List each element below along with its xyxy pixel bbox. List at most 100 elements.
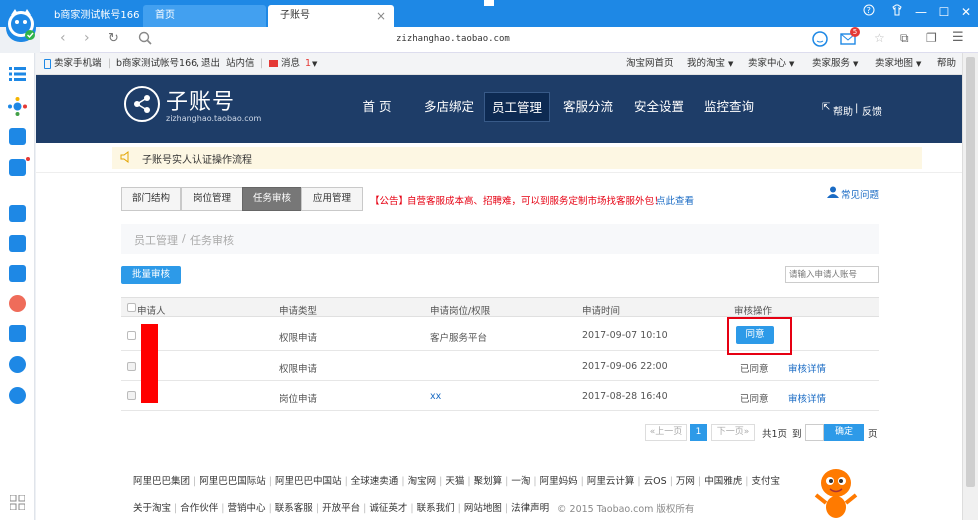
footer-link[interactable]: 阿里巴巴集团 (133, 476, 190, 487)
url-field[interactable]: zizhanghao.taobao.com (396, 34, 510, 44)
page-1-button[interactable]: 1 (690, 424, 707, 441)
folder-icon[interactable] (9, 205, 26, 222)
pin-icon[interactable]: ☆ (874, 31, 885, 45)
logout-link[interactable]: 退出 (201, 53, 220, 75)
close-tab-icon[interactable]: × (376, 5, 386, 27)
inbox-link[interactable]: 站内信 (226, 53, 255, 75)
globe-icon[interactable] (9, 387, 26, 404)
my-taobao-link[interactable]: 我的淘宝 (687, 53, 725, 75)
applicant-search-input[interactable] (785, 266, 879, 283)
seller-service-link[interactable]: 卖家服务 (812, 53, 850, 75)
footer-link[interactable]: 诚征英才 (369, 503, 407, 514)
tab-subaccount[interactable]: 子账号 × (268, 5, 394, 27)
nav-staff[interactable]: 员工管理 (484, 92, 550, 122)
hub-icon[interactable] (8, 97, 27, 119)
footer-link[interactable]: 支付宝 (751, 476, 780, 487)
logo-share-icon[interactable] (124, 86, 160, 122)
footer-link[interactable]: 开放平台 (322, 503, 360, 514)
seller-phone-link[interactable]: 卖家手机端 (54, 53, 102, 75)
header-help-link[interactable]: 帮助 (833, 103, 853, 118)
goto-confirm-button[interactable]: 确定 (824, 424, 864, 441)
menu-icon[interactable]: ☰ (952, 30, 964, 45)
row-target[interactable]: xx (430, 391, 441, 402)
notice-link[interactable]: 子账号实人认证操作流程 (142, 151, 252, 166)
nav-home[interactable]: 首 页 (352, 92, 402, 122)
close-icon[interactable]: ✕ (958, 4, 974, 20)
row-checkbox[interactable] (127, 331, 136, 340)
back-icon[interactable]: ‹ (60, 30, 66, 46)
tab-home[interactable]: 首页 (143, 5, 266, 27)
wallet-icon[interactable] (9, 295, 26, 312)
message-link[interactable]: 消息 (281, 53, 300, 75)
nav-monitor[interactable]: 监控查询 (698, 92, 760, 122)
footer-link[interactable]: 阿里巴巴国际站 (199, 476, 266, 487)
list-icon[interactable] (9, 67, 26, 84)
feedback-link[interactable]: 反馈 (862, 103, 882, 118)
window-icon[interactable]: ❐ (926, 31, 937, 45)
footer-link[interactable]: 法律声明 (511, 503, 549, 514)
tab-positions[interactable]: 岗位管理 (181, 187, 243, 211)
tab-department[interactable]: 部门结构 (121, 187, 181, 211)
footer-link[interactable]: 聚划算 (474, 476, 503, 487)
maximize-icon[interactable]: ☐ (936, 4, 952, 20)
help-icon[interactable]: ? (861, 4, 877, 20)
select-all-checkbox[interactable] (127, 303, 136, 312)
footer-link[interactable]: 天猫 (445, 476, 464, 487)
footer-link[interactable]: 万网 (676, 476, 695, 487)
apps-icon[interactable] (9, 494, 26, 513)
minimize-icon[interactable]: — (913, 4, 929, 20)
taobao-home-link[interactable]: 淘宝网首页 (626, 53, 674, 75)
total-pages: 共1页 (762, 429, 788, 440)
tab-account[interactable]: b商家测试帐号166 (42, 5, 142, 27)
nav-security[interactable]: 安全设置 (628, 92, 690, 122)
forward-icon[interactable]: › (84, 30, 90, 46)
footer-link[interactable]: 阿里巴巴中国站 (275, 476, 342, 487)
seller-center-link[interactable]: 卖家中心 (748, 53, 786, 75)
scroll-thumb[interactable] (966, 57, 975, 487)
tab-app-manage[interactable]: 应用管理 (301, 187, 363, 211)
announcement-link[interactable]: 点此查看 (656, 193, 694, 207)
approve-button[interactable]: 同意 (736, 326, 774, 344)
footer-link[interactable]: 全球速卖通 (351, 476, 399, 487)
shirt-icon[interactable] (889, 4, 905, 20)
footer-link[interactable]: 阿里云计算 (587, 476, 635, 487)
footer-link[interactable]: 营销中心 (228, 503, 266, 514)
prev-page-button[interactable]: «上一页 (645, 424, 687, 441)
help-link[interactable]: 帮助 (937, 53, 956, 75)
search-icon[interactable] (138, 31, 152, 48)
footer-link[interactable]: 联系我们 (417, 503, 455, 514)
footer-link[interactable]: 一淘 (511, 476, 530, 487)
review-detail-link[interactable]: 审核详情 (788, 361, 826, 375)
batch-review-button[interactable]: 批量审核 (121, 266, 181, 284)
compass-icon[interactable] (9, 356, 26, 373)
footer-link[interactable]: 淘宝网 (408, 476, 437, 487)
tab-task-review[interactable]: 任务审核 (242, 187, 302, 211)
footer-link[interactable]: 网站地图 (464, 503, 502, 514)
seller-map-link[interactable]: 卖家地图 (875, 53, 913, 75)
breadcrumb-parent[interactable]: 员工管理 (134, 232, 178, 248)
footer-link[interactable]: 中国雅虎 (704, 476, 742, 487)
reload-icon[interactable]: ↻ (108, 31, 119, 46)
user-icon[interactable] (9, 265, 26, 282)
smiley-icon[interactable] (812, 31, 828, 50)
row-checkbox[interactable] (127, 391, 136, 400)
footer-link[interactable]: 关于淘宝 (133, 503, 171, 514)
row-checkbox[interactable] (127, 362, 136, 371)
footer-link[interactable]: 合作伙伴 (180, 503, 218, 514)
goto-page-input[interactable] (805, 424, 824, 441)
footer-link[interactable]: 云OS (644, 476, 667, 487)
next-page-button[interactable]: 下一页» (711, 424, 755, 441)
doc-icon[interactable] (9, 235, 26, 252)
nav-cs-routing[interactable]: 客服分流 (557, 92, 619, 122)
faq-link[interactable]: 常见问题 (841, 187, 879, 201)
review-detail-link[interactable]: 审核详情 (788, 391, 826, 405)
external-icon[interactable]: ⧉ (900, 31, 909, 46)
nav-multi-shop[interactable]: 多店绑定 (418, 92, 480, 122)
footer-link[interactable]: 阿里妈妈 (540, 476, 578, 487)
id-card-icon[interactable] (9, 159, 26, 176)
bag-icon[interactable] (9, 128, 26, 145)
shop-icon[interactable] (9, 325, 26, 342)
browser-logo-icon[interactable] (6, 6, 36, 42)
page-scrollbar[interactable] (962, 53, 978, 520)
footer-link[interactable]: 联系客服 (275, 503, 313, 514)
